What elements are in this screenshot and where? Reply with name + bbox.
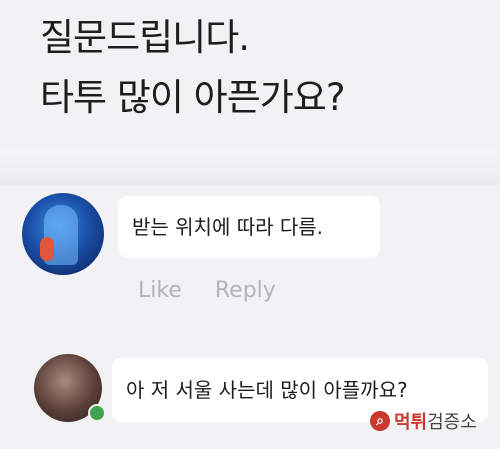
comment-text: 받는 위치에 따라 다름. (132, 215, 324, 239)
online-status-icon (88, 404, 106, 422)
avatar[interactable] (22, 193, 104, 275)
post-title: 질문드립니다. 타투 많이 아픈가요? (40, 8, 480, 128)
throat-highlight-icon (40, 237, 54, 261)
post-title-line-2: 타투 많이 아픈가요? (40, 76, 345, 119)
divider (0, 150, 500, 186)
post-title-line-1: 질문드립니다. (40, 16, 250, 59)
like-button[interactable]: Like (138, 278, 182, 303)
reply-button[interactable]: Reply (215, 278, 276, 303)
watermark-brand: 먹튀 (394, 412, 428, 433)
watermark: ⌕ 먹튀 검증소 (370, 408, 477, 434)
comment-bubble: 받는 위치에 따라 다름. (118, 196, 380, 258)
comment-text: 아 저 서울 사는데 많이 아플까요? (126, 378, 408, 402)
magnifier-icon: ⌕ (370, 411, 390, 431)
watermark-suffix: 검증소 (427, 412, 477, 433)
comment-actions: Like Reply (138, 278, 302, 303)
